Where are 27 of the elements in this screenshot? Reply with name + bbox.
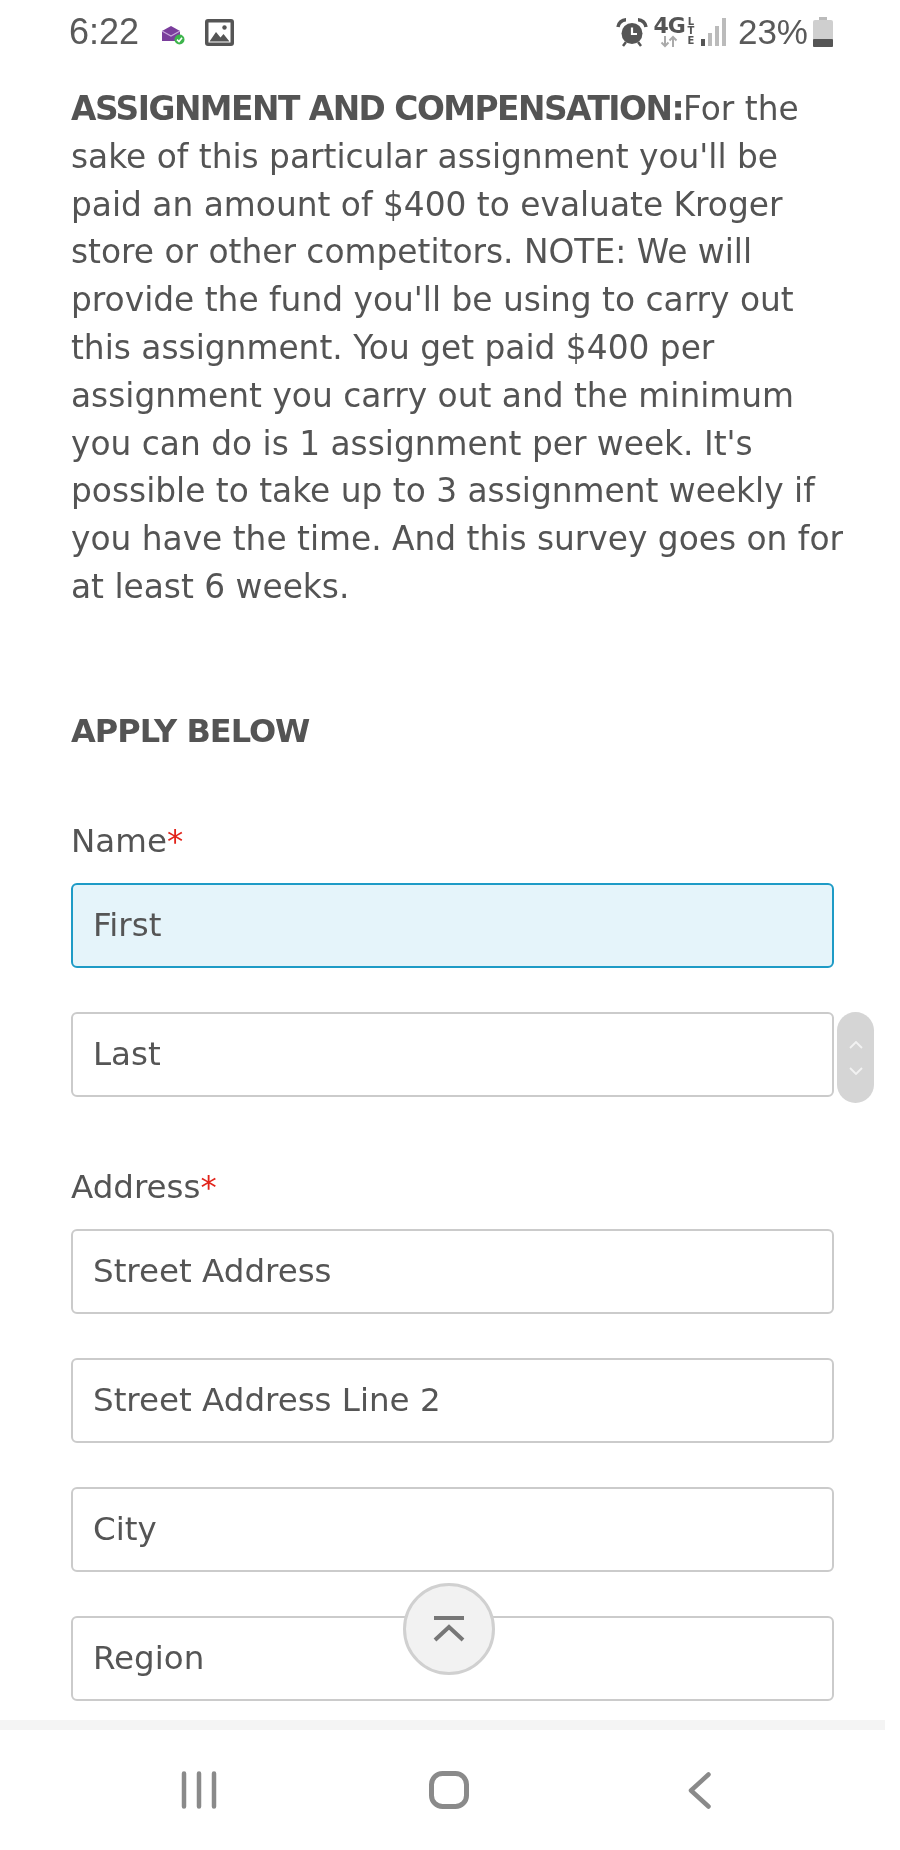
scroll-handle[interactable] [837, 1012, 874, 1103]
text-field[interactable]: Region [71, 1615, 834, 1701]
signal-bars-icon [700, 18, 726, 46]
network-tech: LTE [686, 16, 696, 45]
chevron-up-bar-icon [431, 1616, 467, 1642]
chevron-down-icon [848, 1066, 863, 1075]
email-notification-icon [161, 25, 186, 45]
alarm-clock-icon [615, 17, 648, 47]
recent-apps-icon[interactable] [181, 1771, 217, 1809]
status-time: 6:22 [69, 11, 140, 53]
text-field[interactable]: Street Address Line 2 [71, 1357, 834, 1443]
text-field[interactable]: City [71, 1486, 834, 1572]
text-field[interactable]: Last [71, 1011, 834, 1097]
network-type: 4G [653, 16, 685, 35]
home-icon[interactable] [429, 1771, 469, 1809]
chevron-up-icon [848, 1040, 863, 1049]
article-paragraph: ASSIGNMENT AND COMPENSATION:For the sake of this particular assignment you'll be paid an amount of $400 to evaluate Kroger store or other competitors. NOTE: We will provide the fund you'll be using to carry out this assignment. You get paid $400 per assignment you carry out and the minimum you can do is 1 assignment per week. It's possible to take up to 3 assignment weekly if you have the time. And this survey goes on for at least 6 weeks. [71, 89, 844, 608]
battery-icon [813, 17, 833, 47]
back-icon[interactable] [687, 1771, 711, 1809]
data-arrows-icon [659, 34, 680, 48]
section-title: APPLY BELOW [71, 710, 311, 751]
text-field[interactable]: First [71, 882, 834, 968]
image-icon [205, 18, 235, 46]
field-label: Name* [71, 820, 185, 861]
text-field[interactable]: Street Address [71, 1228, 834, 1314]
field-label: Address* [71, 1166, 218, 1207]
battery-percent: 23% [737, 12, 808, 52]
